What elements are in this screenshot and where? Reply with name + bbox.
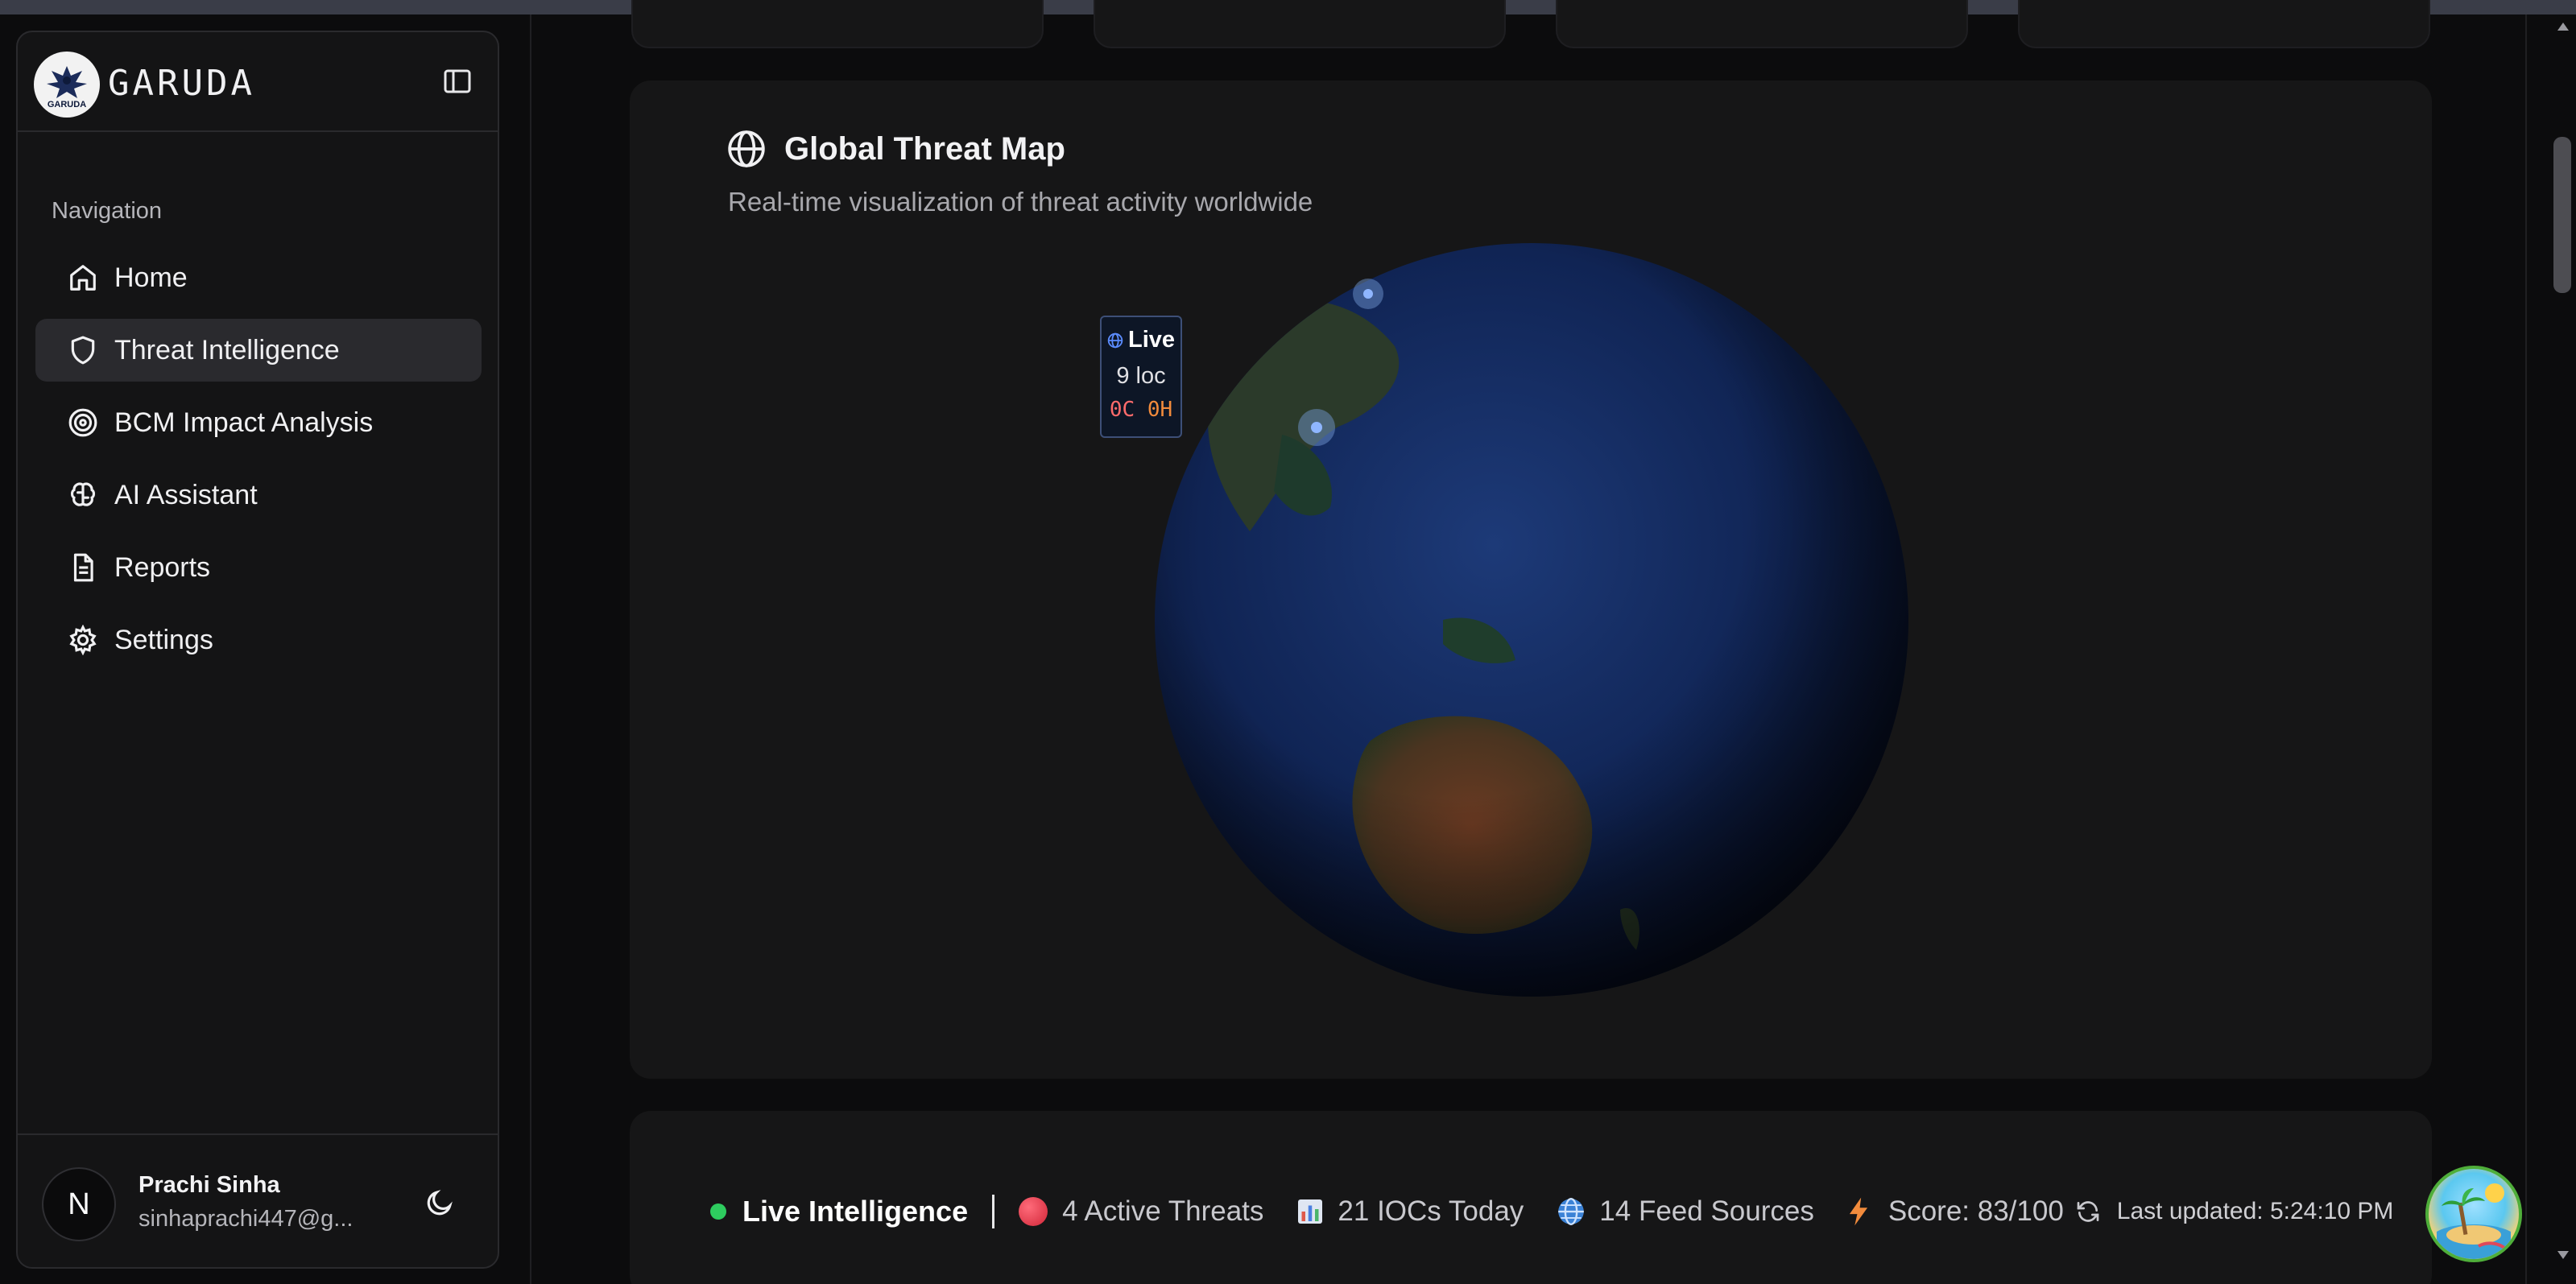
logo-caption: GARUDA xyxy=(47,100,87,109)
live-intelligence-label: Live Intelligence xyxy=(742,1195,969,1228)
sidebar-item-reports[interactable]: Reports xyxy=(35,536,482,599)
sidebar-item-home[interactable]: Home xyxy=(35,246,482,309)
refresh-icon[interactable] xyxy=(2075,1199,2101,1224)
last-updated: Last updated: 5:24:10 PM xyxy=(2075,1198,2394,1225)
threat-globe[interactable] xyxy=(1153,242,1910,998)
nav-heading: Navigation xyxy=(52,198,163,224)
iocs-stat: 21 IOCs Today xyxy=(1296,1195,1524,1228)
sidebar-item-threat-intelligence[interactable]: Threat Intelligence xyxy=(35,319,482,382)
iocs-text: 21 IOCs Today xyxy=(1338,1195,1524,1227)
globe-icon xyxy=(728,130,765,167)
island-icon xyxy=(2437,1183,2511,1259)
live-intelligence-ticker: Live Intelligence 4 Active Threats 21 IO… xyxy=(710,1195,2393,1228)
scrollbar-thumb[interactable] xyxy=(2553,137,2571,293)
lightning-icon xyxy=(1849,1197,1867,1226)
sidebar-toggle-button[interactable] xyxy=(440,66,475,97)
gear-icon xyxy=(66,623,100,657)
sidebar-item-label: BCM Impact Analysis xyxy=(114,407,374,438)
card-title-row: Global Threat Map xyxy=(726,129,1065,169)
sidebar-item-label: Reports xyxy=(114,551,211,583)
assistant-fab-button[interactable] xyxy=(2425,1166,2522,1262)
card-title: Global Threat Map xyxy=(784,130,1065,167)
ticker-separator xyxy=(992,1195,995,1228)
user-name: Prachi Sinha xyxy=(139,1172,280,1198)
last-updated-text: Last updated: 5:24:10 PM xyxy=(2116,1198,2394,1224)
garuda-logo: GARUDA xyxy=(34,52,100,118)
stat-card xyxy=(1094,0,1506,48)
feed-sources-text: 14 Feed Sources xyxy=(1599,1195,1814,1227)
document-icon xyxy=(66,551,100,584)
live-intelligence-card: Live Intelligence 4 Active Threats 21 IO… xyxy=(630,1111,2432,1284)
scroll-up-arrow-icon[interactable] xyxy=(2553,18,2574,35)
theme-toggle-button[interactable] xyxy=(420,1183,459,1222)
popup-severity: 0C 0H xyxy=(1102,398,1180,422)
card-subtitle: Real-time visualization of threat activi… xyxy=(728,187,1313,217)
shield-icon xyxy=(66,333,100,367)
sidebar-header: GARUDA GARUDA xyxy=(18,32,498,132)
moon-icon xyxy=(427,1190,453,1216)
threat-marker[interactable] xyxy=(1298,409,1335,446)
stat-card xyxy=(2018,0,2430,48)
target-icon xyxy=(66,406,100,440)
globe-shading xyxy=(1155,243,1908,997)
sidebar-item-bcm-impact-analysis[interactable]: BCM Impact Analysis xyxy=(35,391,482,454)
content-divider xyxy=(2525,14,2527,1284)
sidebar-item-label: Home xyxy=(114,262,188,293)
score-stat: Score: 83/100 xyxy=(1846,1195,2064,1228)
sidebar-item-ai-assistant[interactable]: AI Assistant xyxy=(35,464,482,526)
high-count: 0H xyxy=(1147,398,1173,422)
user-email: sinhaprachi447@g... xyxy=(139,1206,354,1232)
globe-icon xyxy=(1558,1197,1585,1226)
sidebar-item-label: Settings xyxy=(114,624,213,655)
popup-title: Live xyxy=(1127,327,1176,353)
brand-name: GARUDA xyxy=(108,63,255,104)
globe-icon xyxy=(1107,332,1123,348)
critical-count: 0C xyxy=(1109,398,1135,422)
sidebar-item-label: AI Assistant xyxy=(114,479,258,510)
popup-title-row: Live xyxy=(1102,327,1180,353)
sidebar-item-settings[interactable]: Settings xyxy=(35,609,482,671)
active-threats-stat: 4 Active Threats xyxy=(1019,1195,1263,1228)
stat-card xyxy=(1556,0,1968,48)
live-locations-popup: Live 9 loc 0C 0H xyxy=(1100,316,1182,438)
sidebar: GARUDA GARUDA Navigation Home Threat Int… xyxy=(16,31,499,1269)
content-divider xyxy=(530,14,531,1284)
bar-chart-icon xyxy=(1298,1199,1323,1224)
sidebar-panel-icon xyxy=(444,69,471,93)
avatar[interactable]: N xyxy=(42,1167,116,1241)
home-icon xyxy=(66,261,100,295)
live-indicator: Live Intelligence xyxy=(710,1195,968,1228)
red-circle-icon xyxy=(1019,1197,1048,1226)
global-threat-map-card: Global Threat Map Real-time visualizatio… xyxy=(630,81,2432,1079)
stat-card xyxy=(631,0,1044,48)
threat-marker[interactable] xyxy=(1353,279,1383,309)
feed-sources-stat: 14 Feed Sources xyxy=(1556,1195,1814,1228)
active-threats-text: 4 Active Threats xyxy=(1062,1195,1264,1227)
brain-icon xyxy=(66,478,100,512)
sidebar-footer: N Prachi Sinha sinhaprachi447@g... xyxy=(18,1133,498,1267)
live-status-dot xyxy=(710,1203,726,1220)
scroll-down-arrow-icon[interactable] xyxy=(2553,1246,2574,1264)
sidebar-item-label: Threat Intelligence xyxy=(114,334,340,365)
popup-locations: 9 loc xyxy=(1116,363,1166,389)
score-text: Score: 83/100 xyxy=(1888,1195,2064,1227)
